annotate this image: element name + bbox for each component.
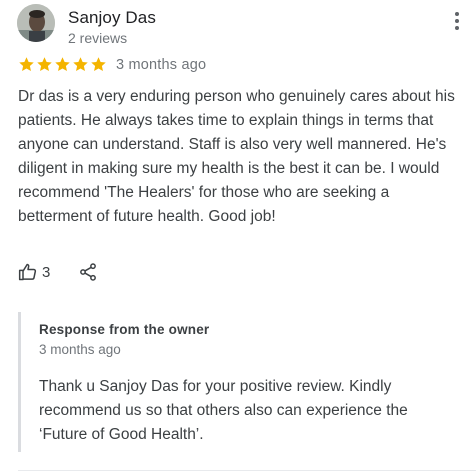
owner-response-date: 3 months ago — [39, 342, 121, 357]
like-count: 3 — [42, 263, 51, 281]
divider — [18, 470, 476, 471]
avatar[interactable] — [17, 4, 55, 42]
star-icon — [73, 57, 88, 72]
review-text: Dr das is a very enduring person who gen… — [18, 88, 455, 225]
star-icon — [19, 57, 34, 72]
review-actions: 3 — [18, 262, 98, 282]
share-button[interactable] — [78, 262, 98, 282]
owner-response-text: Thank u Sanjoy Das for your positive rev… — [39, 378, 408, 443]
like-button[interactable]: 3 — [18, 262, 50, 282]
rating-row: 3 months ago — [18, 56, 206, 73]
review-date: 3 months ago — [116, 56, 207, 73]
more-vert-icon — [452, 12, 462, 30]
thumbs-up-icon — [18, 263, 37, 281]
reviewer-name[interactable]: Sanjoy Das — [68, 8, 156, 28]
star-icon — [91, 57, 106, 72]
owner-response: Response from the owner 3 months ago Tha… — [18, 312, 461, 452]
reviewer-review-count[interactable]: 2 reviews — [68, 30, 127, 46]
star-icon — [37, 57, 52, 72]
avatar-photo — [17, 4, 55, 42]
star-rating — [18, 56, 108, 73]
share-icon — [80, 263, 97, 281]
star-icon — [55, 57, 70, 72]
more-options-button[interactable] — [452, 12, 462, 34]
owner-response-title: Response from the owner — [39, 322, 210, 337]
